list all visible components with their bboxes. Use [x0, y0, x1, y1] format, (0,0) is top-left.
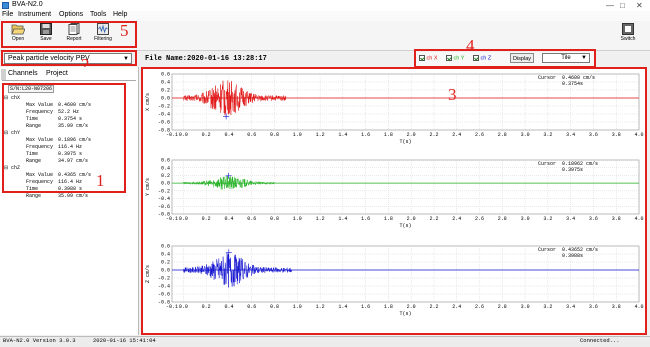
annotation-box-1 — [2, 83, 126, 193]
annotation-label-5: 5 — [120, 21, 129, 40]
close-button[interactable]: ✕ — [636, 1, 643, 10]
status-version: BVA-N2.0 Version 3.0.3 — [3, 337, 76, 344]
tree-value: 35.09 cm/s — [58, 193, 89, 199]
annotation-box-4 — [414, 49, 596, 68]
panel-splitter[interactable] — [1, 69, 6, 80]
annotation-box-2 — [1, 50, 137, 66]
menu-tools[interactable]: Tools — [90, 11, 106, 18]
switch-icon — [622, 23, 634, 35]
file-name: File Name:2020-01-16 13:28:17 — [145, 55, 267, 63]
annotation-label-1: 1 — [96, 171, 105, 190]
annotation-label-4: 4 — [466, 36, 475, 55]
status-connection: Connected... — [580, 337, 620, 344]
status-datetime: 2020-01-16 15:41:04 — [93, 337, 156, 344]
annotation-label-3: 3 — [448, 85, 457, 104]
menu-file[interactable]: File — [2, 11, 13, 18]
minimize-button[interactable]: — — [606, 1, 614, 10]
annotation-box-3 — [141, 67, 647, 335]
app-icon — [2, 2, 9, 9]
window-title: BVA-N2.0 — [12, 1, 43, 8]
tab-divider — [2, 80, 136, 81]
tab-project[interactable]: Project — [46, 70, 68, 77]
maximize-button[interactable]: □ — [620, 1, 625, 10]
menu-options[interactable]: Options — [59, 11, 83, 18]
annotation-box-5 — [1, 21, 137, 48]
switch-label: Switch — [620, 36, 636, 42]
menu-help[interactable]: Help — [113, 11, 127, 18]
switch-button[interactable]: Switch — [616, 23, 640, 47]
tree-label: Range — [26, 193, 42, 199]
tab-channels[interactable]: Channels — [8, 70, 38, 77]
menu-instrument[interactable]: Instrument — [18, 11, 51, 18]
